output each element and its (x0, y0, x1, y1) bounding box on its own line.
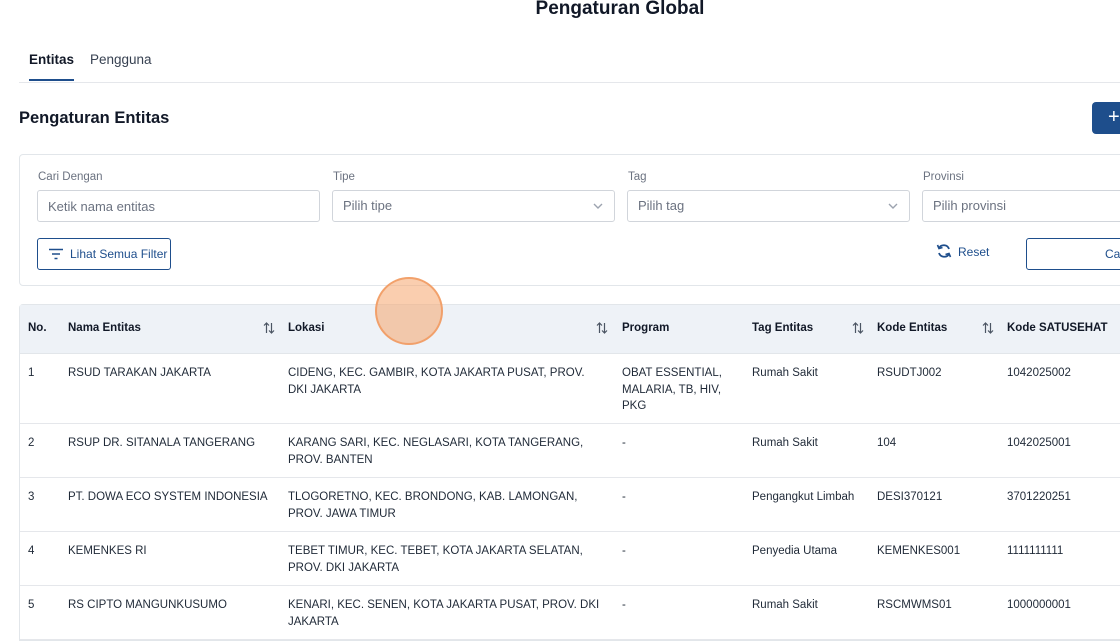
cell-program: - (622, 545, 626, 557)
tipe-placeholder: Pilih tipe (343, 198, 393, 213)
tab-pengguna[interactable]: Pengguna (90, 52, 152, 79)
search-button-label: Ca (1105, 247, 1120, 261)
header-satusehat: Kode SATUSEHAT (1007, 322, 1108, 334)
provinsi-select[interactable]: Pilih provinsi (922, 190, 1120, 222)
plus-icon: + (1108, 106, 1120, 128)
cell-tag: Penyedia Utama (752, 545, 838, 557)
table-row[interactable]: 2 RSUP DR. SITANALA TANGERANG KARANG SAR… (20, 424, 1120, 478)
cell-nama: RSUD TARAKAN JAKARTA (68, 367, 211, 379)
table-row[interactable]: 4 KEMENKES RI TEBET TIMUR, KEC. TEBET, K… (20, 532, 1120, 586)
all-filters-label: Lihat Semua Filter (70, 247, 168, 261)
cell-tag: Rumah Sakit (752, 437, 818, 449)
cell-kode: RSCMWMS01 (877, 599, 952, 611)
cell-satusehat: 1042025002 (1007, 367, 1071, 379)
cell-no: 3 (28, 491, 35, 503)
table-header: No. Nama Entitas Lokasi Program Tag Enti… (20, 305, 1120, 354)
page-title: Pengaturan Global (535, 0, 705, 19)
cursor-indicator (375, 277, 443, 345)
cell-kode: DESI370121 (877, 491, 943, 503)
cell-satusehat: 1042025001 (1007, 437, 1071, 449)
chevron-down-icon (593, 203, 603, 209)
cell-program: - (622, 599, 626, 611)
reset-button[interactable]: Reset (936, 244, 990, 259)
cell-satusehat: 1111111111 (1007, 545, 1064, 557)
cell-nama: PT. DOWA ECO SYSTEM INDONESIA (68, 491, 268, 503)
cell-no: 5 (28, 599, 35, 611)
sort-icon[interactable] (596, 321, 608, 335)
provinsi-placeholder: Pilih provinsi (933, 198, 1006, 213)
table-row[interactable]: 3 PT. DOWA ECO SYSTEM INDONESIA TLOGORET… (20, 478, 1120, 532)
cell-tag: Rumah Sakit (752, 367, 818, 379)
header-program: Program (622, 322, 670, 334)
tag-label: Tag (628, 171, 647, 183)
tag-placeholder: Pilih tag (638, 198, 685, 213)
cell-kode: 104 (877, 437, 897, 449)
header-nama: Nama Entitas (68, 322, 141, 334)
cell-no: 2 (28, 437, 35, 449)
tab-bar: Entitas Pengguna (19, 44, 1120, 83)
header-tag: Tag Entitas (752, 322, 814, 334)
search-input[interactable] (37, 190, 320, 222)
refresh-icon (936, 244, 952, 258)
cell-lokasi: KARANG SARI, KEC. NEGLASARI, KOTA TANGER… (288, 437, 584, 466)
cell-nama: RSUP DR. SITANALA TANGERANG (68, 437, 256, 449)
cell-kode: KEMENKES001 (877, 545, 961, 557)
cell-satusehat: 3701220251 (1007, 491, 1071, 503)
all-filters-button[interactable]: Lihat Semua Filter (37, 238, 171, 270)
header-lokasi: Lokasi (288, 322, 325, 334)
search-button[interactable]: Ca (1026, 238, 1120, 270)
cell-no: 1 (28, 367, 35, 379)
header-kode: Kode Entitas (877, 322, 948, 334)
cell-satusehat: 1000000001 (1007, 599, 1071, 611)
sort-icon[interactable] (852, 321, 864, 335)
cell-lokasi: KENARI, KEC. SENEN, KOTA JAKARTA PUSAT, … (288, 599, 600, 628)
cell-tag: Rumah Sakit (752, 599, 818, 611)
tab-entitas[interactable]: Entitas (29, 52, 75, 81)
reset-label: Reset (958, 245, 990, 259)
cari-label: Cari Dengan (38, 171, 103, 183)
sort-icon[interactable] (263, 321, 275, 335)
sort-icon[interactable] (982, 321, 994, 335)
provinsi-label: Provinsi (923, 171, 964, 183)
cell-lokasi: CIDENG, KEC. GAMBIR, KOTA JAKARTA PUSAT,… (288, 367, 585, 396)
cell-nama: KEMENKES RI (68, 545, 147, 557)
table-row[interactable]: 5 RS CIPTO MANGUNKUSUMO KENARI, KEC. SEN… (20, 586, 1120, 640)
cell-program: - (622, 437, 626, 449)
cell-lokasi: TLOGORETNO, KEC. BRONDONG, KAB. LAMONGAN… (288, 491, 578, 520)
cell-no: 4 (28, 545, 35, 557)
filter-panel: Cari Dengan Tipe Pilih tipe Tag Pilih ta… (19, 154, 1120, 286)
filter-icon (49, 248, 63, 260)
tipe-label: Tipe (333, 171, 355, 183)
cell-nama: RS CIPTO MANGUNKUSUMO (68, 599, 227, 611)
cell-program: OBAT ESSENTIAL, MALARIA, TB, HIV, PKG (622, 367, 722, 412)
add-entity-button[interactable]: + (1092, 102, 1120, 134)
section-title: Pengaturan Entitas (19, 109, 170, 127)
chevron-down-icon (888, 203, 898, 209)
cell-kode: RSUDTJ002 (877, 367, 942, 379)
tag-select[interactable]: Pilih tag (627, 190, 910, 222)
header-no: No. (28, 322, 47, 334)
entity-table: No. Nama Entitas Lokasi Program Tag Enti… (19, 304, 1120, 641)
cell-program: - (622, 491, 626, 503)
cell-lokasi: TEBET TIMUR, KEC. TEBET, KOTA JAKARTA SE… (288, 545, 583, 574)
table-row[interactable]: 1 RSUD TARAKAN JAKARTA CIDENG, KEC. GAMB… (20, 354, 1120, 424)
cell-tag: Pengangkut Limbah (752, 491, 855, 503)
tipe-select[interactable]: Pilih tipe (332, 190, 615, 222)
